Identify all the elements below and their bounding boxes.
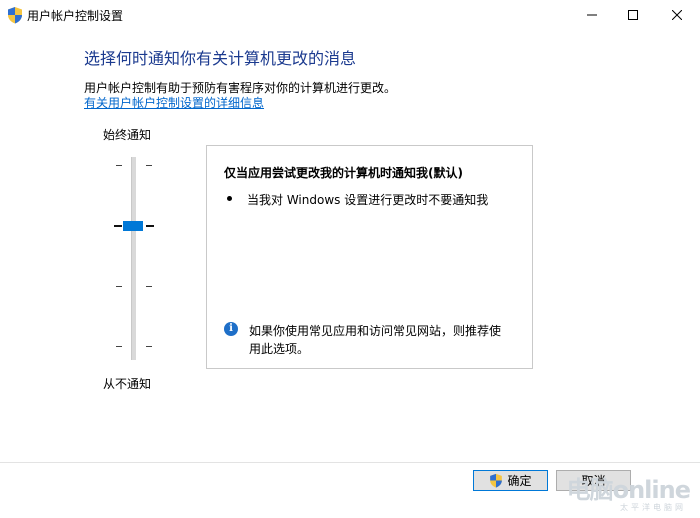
slider-bottom-label: 从不通知 (103, 377, 152, 391)
minimize-button[interactable] (569, 0, 615, 30)
cancel-button-label: 取消 (581, 474, 606, 488)
slider-tick (146, 165, 152, 166)
bullet-icon (227, 196, 232, 201)
page-heading: 选择何时通知你有关计算机更改的消息 (84, 49, 357, 68)
close-icon (672, 10, 682, 20)
slider-track[interactable] (131, 157, 136, 360)
slider-tick (146, 286, 152, 287)
slider-thumb[interactable] (123, 221, 143, 231)
uac-shield-icon (490, 473, 503, 488)
uac-help-link[interactable]: 有关用户帐户控制设置的详细信息 (84, 94, 264, 111)
slider-tick (116, 286, 122, 287)
level-description-panel: 仅当应用尝试更改我的计算机时通知我(默认) 当我对 Windows 设置进行更改… (206, 145, 533, 369)
footer-divider (0, 462, 700, 463)
ok-button-label: 确定 (507, 474, 532, 488)
slider-tick (116, 346, 122, 347)
window-title: 用户帐户控制设置 (27, 9, 124, 23)
slider-tick (146, 346, 152, 347)
ok-button[interactable]: 确定 (473, 470, 548, 491)
slider-tick-selected (114, 225, 122, 227)
slider-top-label: 始终通知 (103, 128, 152, 142)
maximize-icon (628, 10, 638, 20)
slider-tick (116, 165, 122, 166)
info-icon: i (224, 322, 238, 336)
level-title: 仅当应用尝试更改我的计算机时通知我(默认) (224, 166, 463, 180)
level-info-text: 如果你使用常见应用和访问常见网站，则推荐使用此选项。 (249, 324, 502, 356)
maximize-button[interactable] (610, 0, 656, 30)
watermark-sub: 太平洋电脑网 (620, 503, 686, 512)
level-bullet-text: 当我对 Windows 设置进行更改时不要通知我 (247, 193, 489, 207)
close-button[interactable] (654, 0, 700, 30)
minimize-icon (587, 14, 597, 16)
uac-shield-icon (8, 7, 22, 24)
slider-tick-selected (146, 225, 154, 227)
title-bar: 用户帐户控制设置 (0, 0, 700, 30)
cancel-button[interactable]: 取消 (556, 470, 631, 491)
